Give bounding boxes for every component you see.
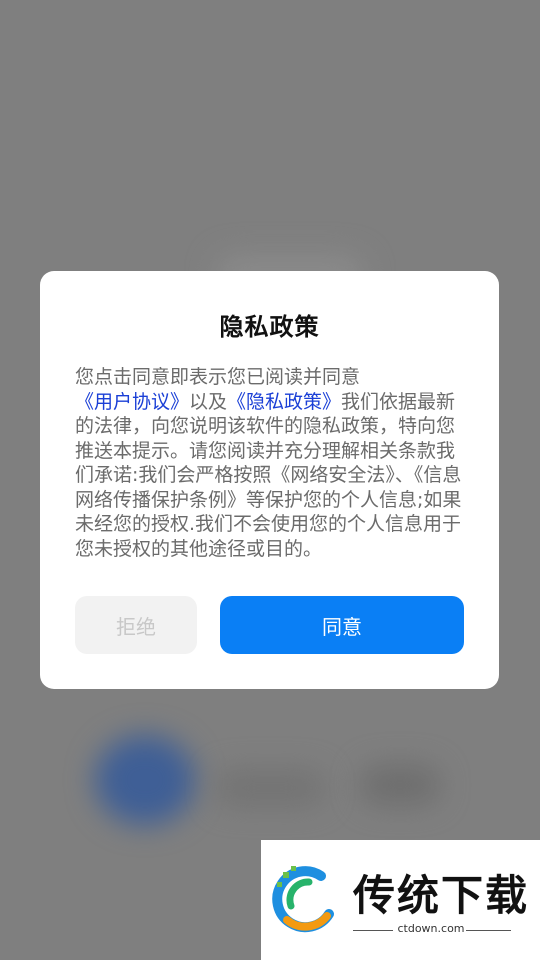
blurred-background-text xyxy=(360,765,440,805)
privacy-policy-dialog: 隐私政策 您点击同意即表示您已阅读并同意《用户协议》以及《隐私政策》我们依据最新… xyxy=(40,271,499,689)
reject-button[interactable]: 拒绝 xyxy=(75,596,197,654)
blurred-background-icon xyxy=(95,735,195,825)
agree-button[interactable]: 同意 xyxy=(220,596,464,654)
divider xyxy=(353,930,393,931)
body-text-intro: 您点击同意即表示您已阅读并同意 xyxy=(75,366,361,388)
watermark-banner: 传统下载 ctdown.com xyxy=(261,840,540,960)
ctdown-logo-icon xyxy=(272,866,334,933)
dialog-title: 隐私政策 xyxy=(219,313,320,341)
watermark-url: ctdown.com xyxy=(397,922,465,935)
watermark-title: 传统下载 xyxy=(353,871,530,920)
privacy-policy-link[interactable]: 《隐私政策》 xyxy=(227,391,341,413)
body-text-and: 以及 xyxy=(189,390,228,413)
dialog-body: 您点击同意即表示您已阅读并同意《用户协议》以及《隐私政策》我们依据最新的法律，向… xyxy=(75,365,465,561)
body-text-details: 我们依据最新的法律，向您说明该软件的隐私政策，特向您推送本提示。请您阅读并充分理… xyxy=(75,390,462,560)
user-agreement-link[interactable]: 《用户协议》 xyxy=(75,391,189,413)
blurred-background-text xyxy=(215,770,325,806)
divider xyxy=(466,930,511,931)
